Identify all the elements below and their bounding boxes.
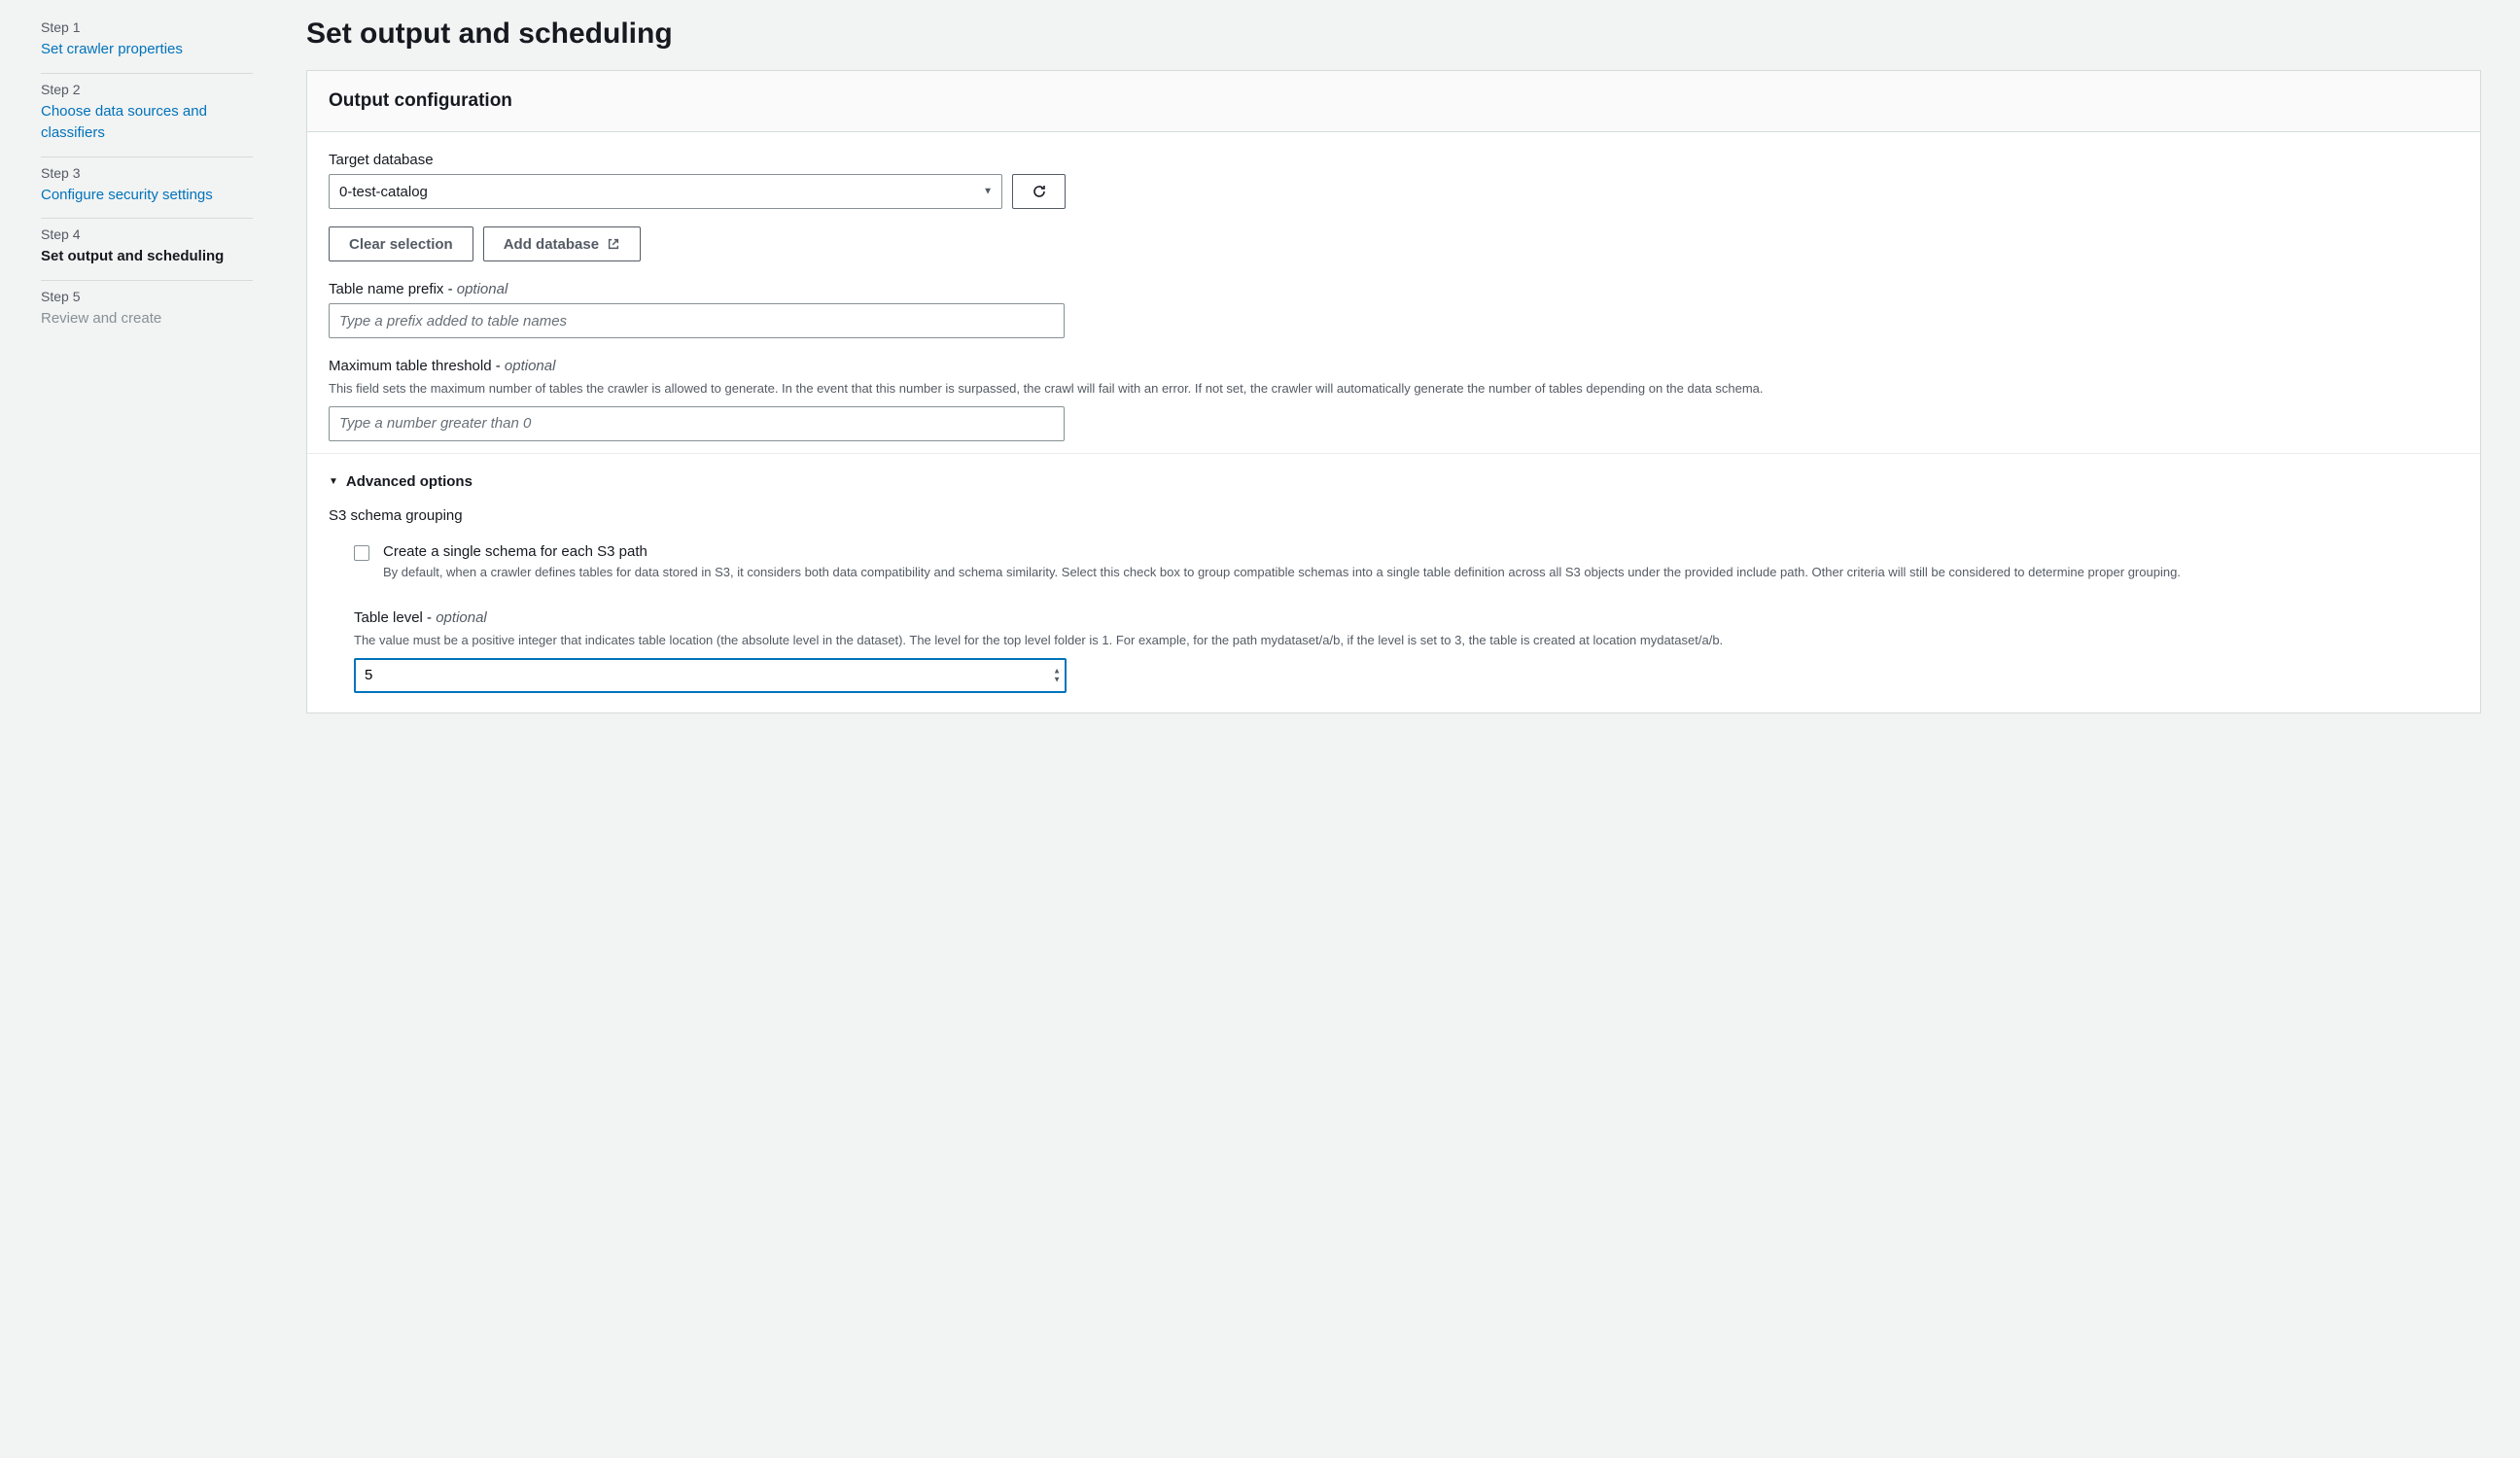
target-database-field: Target database 0-test-catalog ▼ — [329, 152, 2459, 261]
output-configuration-panel: Output configuration Target database 0-t… — [306, 70, 2481, 713]
step-2[interactable]: Step 2 Choose data sources and classifie… — [41, 74, 253, 157]
refresh-icon — [1032, 184, 1047, 199]
target-database-value: 0-test-catalog — [339, 184, 428, 200]
step-label: Step 5 — [41, 289, 253, 304]
step-title[interactable]: Choose data sources and classifiers — [41, 101, 253, 145]
step-5: Step 5 Review and create — [41, 281, 253, 342]
s3-schema-grouping-heading: S3 schema grouping — [329, 507, 2459, 524]
step-1[interactable]: Step 1 Set crawler properties — [41, 19, 253, 74]
clear-selection-button[interactable]: Clear selection — [329, 226, 473, 261]
step-title: Review and create — [41, 308, 253, 330]
table-level-label: Table level - optional — [354, 609, 2459, 626]
caret-down-icon: ▼ — [329, 476, 338, 487]
refresh-button[interactable] — [1012, 174, 1066, 209]
step-label: Step 2 — [41, 82, 253, 97]
add-database-button[interactable]: Add database — [483, 226, 641, 261]
single-schema-checkbox-row: Create a single schema for each S3 path … — [329, 543, 2459, 590]
panel-header: Output configuration — [307, 71, 2480, 132]
step-title[interactable]: Configure security settings — [41, 185, 253, 207]
advanced-options-toggle[interactable]: ▼ Advanced options — [329, 473, 2459, 490]
step-4-current: Step 4 Set output and scheduling — [41, 219, 253, 281]
step-label: Step 4 — [41, 226, 253, 242]
single-schema-checkbox[interactable] — [354, 545, 369, 561]
max-threshold-input[interactable] — [329, 406, 1065, 441]
max-threshold-field: Maximum table threshold - optional This … — [329, 358, 2459, 441]
panel-body: Target database 0-test-catalog ▼ — [307, 132, 2480, 712]
step-title[interactable]: Set crawler properties — [41, 39, 253, 61]
divider — [307, 453, 2480, 454]
external-link-icon — [607, 237, 620, 251]
table-level-input[interactable] — [354, 658, 1067, 693]
target-database-select[interactable]: 0-test-catalog ▼ — [329, 174, 1002, 209]
table-prefix-field: Table name prefix - optional — [329, 281, 2459, 338]
max-threshold-label: Maximum table threshold - optional — [329, 358, 2459, 374]
single-schema-hint: By default, when a crawler defines table… — [383, 564, 2459, 582]
panel-title: Output configuration — [329, 90, 2459, 112]
page-title: Set output and scheduling — [306, 17, 2481, 51]
step-label: Step 3 — [41, 165, 253, 181]
single-schema-label: Create a single schema for each S3 path — [383, 543, 2459, 560]
table-level-hint: The value must be a positive integer tha… — [354, 632, 2459, 650]
table-prefix-input[interactable] — [329, 303, 1065, 338]
main-content: Set output and scheduling Output configu… — [306, 0, 2520, 713]
step-title: Set output and scheduling — [41, 246, 253, 268]
max-threshold-hint: This field sets the maximum number of ta… — [329, 380, 2459, 399]
step-3[interactable]: Step 3 Configure security settings — [41, 157, 253, 220]
target-database-label: Target database — [329, 152, 2459, 168]
table-prefix-label: Table name prefix - optional — [329, 281, 2459, 297]
advanced-options-title: Advanced options — [346, 473, 472, 490]
wizard-steps-sidebar: Step 1 Set crawler properties Step 2 Cho… — [0, 0, 306, 713]
step-label: Step 1 — [41, 19, 253, 35]
table-level-field: Table level - optional The value must be… — [329, 609, 2459, 693]
